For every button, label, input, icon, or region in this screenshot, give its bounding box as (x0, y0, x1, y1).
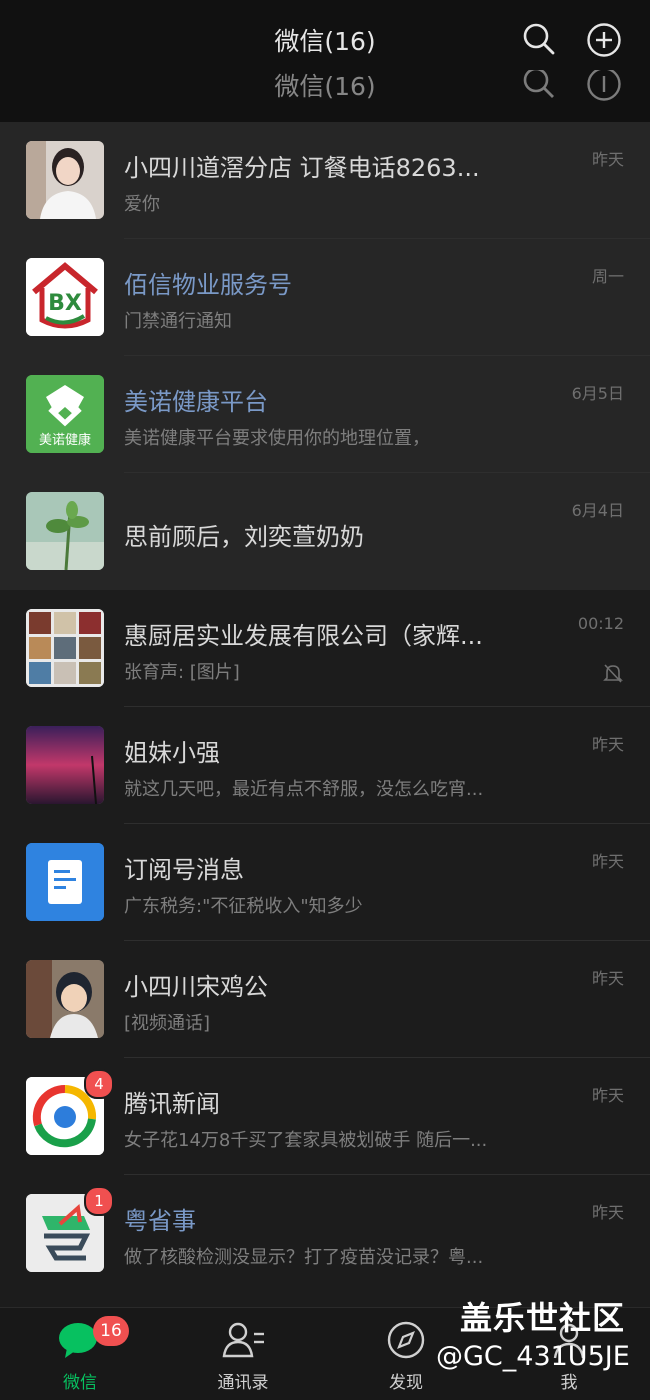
tab-label: 微信 (63, 1373, 97, 1393)
watermark-title: 盖乐世社区 (460, 1299, 626, 1337)
plus-circle-icon-ghost (587, 70, 621, 101)
svg-text:BX: BX (48, 291, 82, 316)
chat-preview: 爱你 (124, 194, 160, 215)
avatar-plant-photo (26, 492, 104, 570)
chat-row[interactable]: 小四川宋鸡公 [视频通话] 昨天 (0, 941, 650, 1058)
avatar-group-grid (26, 609, 104, 687)
chat-preview: 女子花14万8千买了套家具被划破手 随后一... (124, 1130, 488, 1151)
chat-preview: [视频通话] (124, 1013, 211, 1034)
chat-time: 00:12 (577, 614, 624, 633)
chat-name: 惠厨居实业发展有限公司（家辉... (124, 622, 483, 650)
unread-badge: 1 (84, 1186, 114, 1216)
avatar-subscription-icon (26, 843, 104, 921)
avatar-text: 美诺健康 (38, 433, 91, 448)
search-icon[interactable] (522, 22, 556, 56)
tab-label: 通讯录 (217, 1373, 269, 1393)
search-icon-ghost (523, 70, 554, 98)
avatar-meinuo-logo: 美诺健康 (26, 375, 104, 453)
tab-contacts[interactable]: 通讯录 (183, 1308, 303, 1400)
chat-name: 腾讯新闻 (124, 1090, 220, 1118)
tab-wechat[interactable]: 16 微信 (20, 1308, 140, 1400)
watermark-handle: @GC_431U5JE (436, 1341, 630, 1372)
chat-time: 昨天 (591, 735, 624, 754)
chat-name: 小四川道滘分店 订餐电话8263... (124, 154, 480, 182)
chat-name: 美诺健康平台 (124, 388, 268, 416)
chat-row[interactable]: 姐妹小强 就这几天吧，最近有点不舒服，没怎么吃宵... 昨天 (0, 707, 650, 824)
chat-time: 昨天 (591, 852, 624, 871)
chat-time: 周一 (591, 267, 624, 286)
mute-bell-icon (603, 664, 623, 683)
chat-row[interactable]: 订阅号消息 广东税务:"不征税收入"知多少 昨天 (0, 824, 650, 941)
chat-preview: 就这几天吧，最近有点不舒服，没怎么吃宵... (124, 779, 484, 800)
chat-row[interactable]: 4 腾讯新闻 女子花14万8千买了套家具被划破手 随后一... 昨天 (0, 1058, 650, 1175)
chat-name: 粤省事 (124, 1207, 196, 1235)
chat-row[interactable]: 惠厨居实业发展有限公司（家辉... 张育声: [图片] 00:12 (0, 590, 650, 707)
chat-row[interactable]: 美诺健康 美诺健康平台 美诺健康平台要求使用你的地理位置， 6月5日 (0, 356, 650, 473)
chat-time: 昨天 (591, 1086, 624, 1105)
chat-time: 昨天 (591, 1203, 624, 1222)
chat-row[interactable]: BX 佰信物业服务号 门禁通行通知 周一 (0, 239, 650, 356)
chat-name: 思前顾后，刘奕萱奶奶 (124, 523, 364, 551)
chat-name: 小四川宋鸡公 (124, 973, 268, 1001)
compass-icon (387, 1321, 425, 1359)
chat-preview: 美诺健康平台要求使用你的地理位置， (124, 428, 430, 449)
avatar-woman-photo (26, 141, 104, 219)
chat-time: 昨天 (591, 150, 624, 169)
top-bar: 微信(16) 微信(16) (0, 0, 650, 122)
tab-unread-badge: 16 (93, 1316, 129, 1346)
chat-name: 姐妹小强 (124, 739, 220, 767)
chat-preview: 做了核酸检测没显示？打了疫苗没记录？粤... (124, 1247, 484, 1268)
chat-name: 订阅号消息 (124, 856, 244, 884)
unread-badge: 4 (84, 1069, 114, 1099)
plus-circle-icon[interactable] (586, 22, 622, 58)
chat-time: 6月5日 (571, 384, 624, 403)
chat-preview: 广东税务:"不征税收入"知多少 (124, 896, 363, 917)
chat-name: 佰信物业服务号 (124, 271, 292, 299)
chat-time: 昨天 (591, 969, 624, 988)
chat-row[interactable]: 思前顾后，刘奕萱奶奶 6月4日 (0, 473, 650, 590)
avatar-cartoon-photo (26, 960, 104, 1038)
chat-time: 6月4日 (571, 501, 624, 520)
chat-preview: 张育声: [图片] (124, 662, 240, 683)
avatar-bx-house-logo: BX (26, 258, 104, 336)
chat-row[interactable]: 小四川道滘分店 订餐电话8263... 爱你 昨天 (0, 122, 650, 239)
contacts-icon (222, 1322, 264, 1358)
chat-preview: 门禁通行通知 (124, 311, 232, 332)
chat-list: 小四川道滘分店 订餐电话8263... 爱你 昨天 BX 佰信物业服务号 门禁通… (0, 122, 650, 1307)
chat-row[interactable]: 1 粤省事 做了核酸检测没显示？打了疫苗没记录？粤... 昨天 (0, 1175, 650, 1292)
avatar-sky-photo (26, 726, 104, 804)
